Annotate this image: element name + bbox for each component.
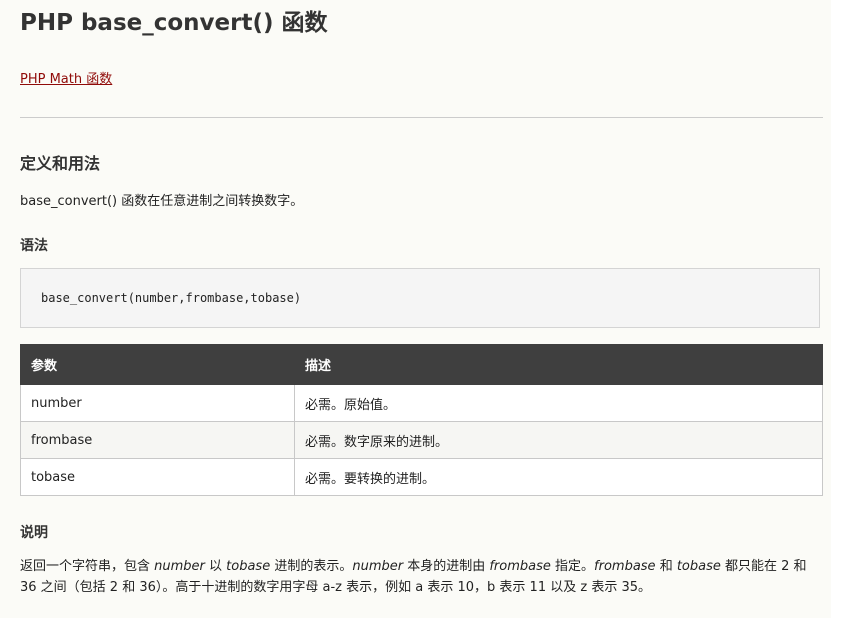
- definition-text: base_convert() 函数在任意进制之间转换数字。: [20, 194, 304, 209]
- header-desc: 描述: [294, 344, 823, 385]
- table-row: number 必需。原始值。: [20, 384, 823, 422]
- header-param: 参数: [20, 344, 295, 385]
- notes-text-part: 进制的表示。: [270, 559, 353, 574]
- notes-term: number: [154, 559, 205, 574]
- notes-text-part: 和: [655, 559, 677, 574]
- parameters-table: 参数 描述 number 必需。原始值。 frombase 必需。数字原来的进制…: [20, 344, 823, 496]
- notes-text-part: 返回一个字符串，包含: [20, 559, 155, 574]
- notes-term: tobase: [676, 559, 721, 574]
- table-row: frombase 必需。数字原来的进制。: [20, 421, 823, 459]
- param-name: tobase: [20, 458, 295, 496]
- param-desc: 必需。原始值。: [294, 384, 823, 422]
- notes-term: frombase: [594, 559, 656, 574]
- notes-term: frombase: [489, 559, 551, 574]
- page-title: PHP base_convert() 函数: [20, 10, 328, 36]
- notes-term: tobase: [226, 559, 271, 574]
- notes-text-part: 指定。: [550, 559, 595, 574]
- notes-text-part: 本身的进制由: [403, 559, 490, 574]
- definition-heading: 定义和用法: [20, 154, 101, 173]
- table-header-row: 参数 描述: [20, 344, 823, 385]
- syntax-code: base_convert(number,frombase,tobase): [41, 291, 302, 305]
- article-page: PHP base_convert() 函数 PHP Math 函数 定义和用法 …: [0, 0, 831, 618]
- notes-paragraph: 返回一个字符串，包含 number 以 tobase 进制的表示。number …: [20, 556, 825, 598]
- php-math-functions-link[interactable]: PHP Math 函数: [20, 68, 112, 87]
- syntax-heading: 语法: [20, 238, 48, 254]
- syntax-code-block: base_convert(number,frombase,tobase): [20, 268, 820, 328]
- param-name: number: [20, 384, 295, 422]
- divider: [20, 117, 823, 118]
- notes-text-part: 以: [204, 559, 227, 574]
- param-desc: 必需。数字原来的进制。: [294, 421, 823, 459]
- notes-term: number: [352, 559, 404, 574]
- table-row: tobase 必需。要转换的进制。: [20, 458, 823, 496]
- param-name: frombase: [20, 421, 295, 459]
- param-desc: 必需。要转换的进制。: [294, 458, 823, 496]
- notes-heading: 说明: [20, 525, 48, 541]
